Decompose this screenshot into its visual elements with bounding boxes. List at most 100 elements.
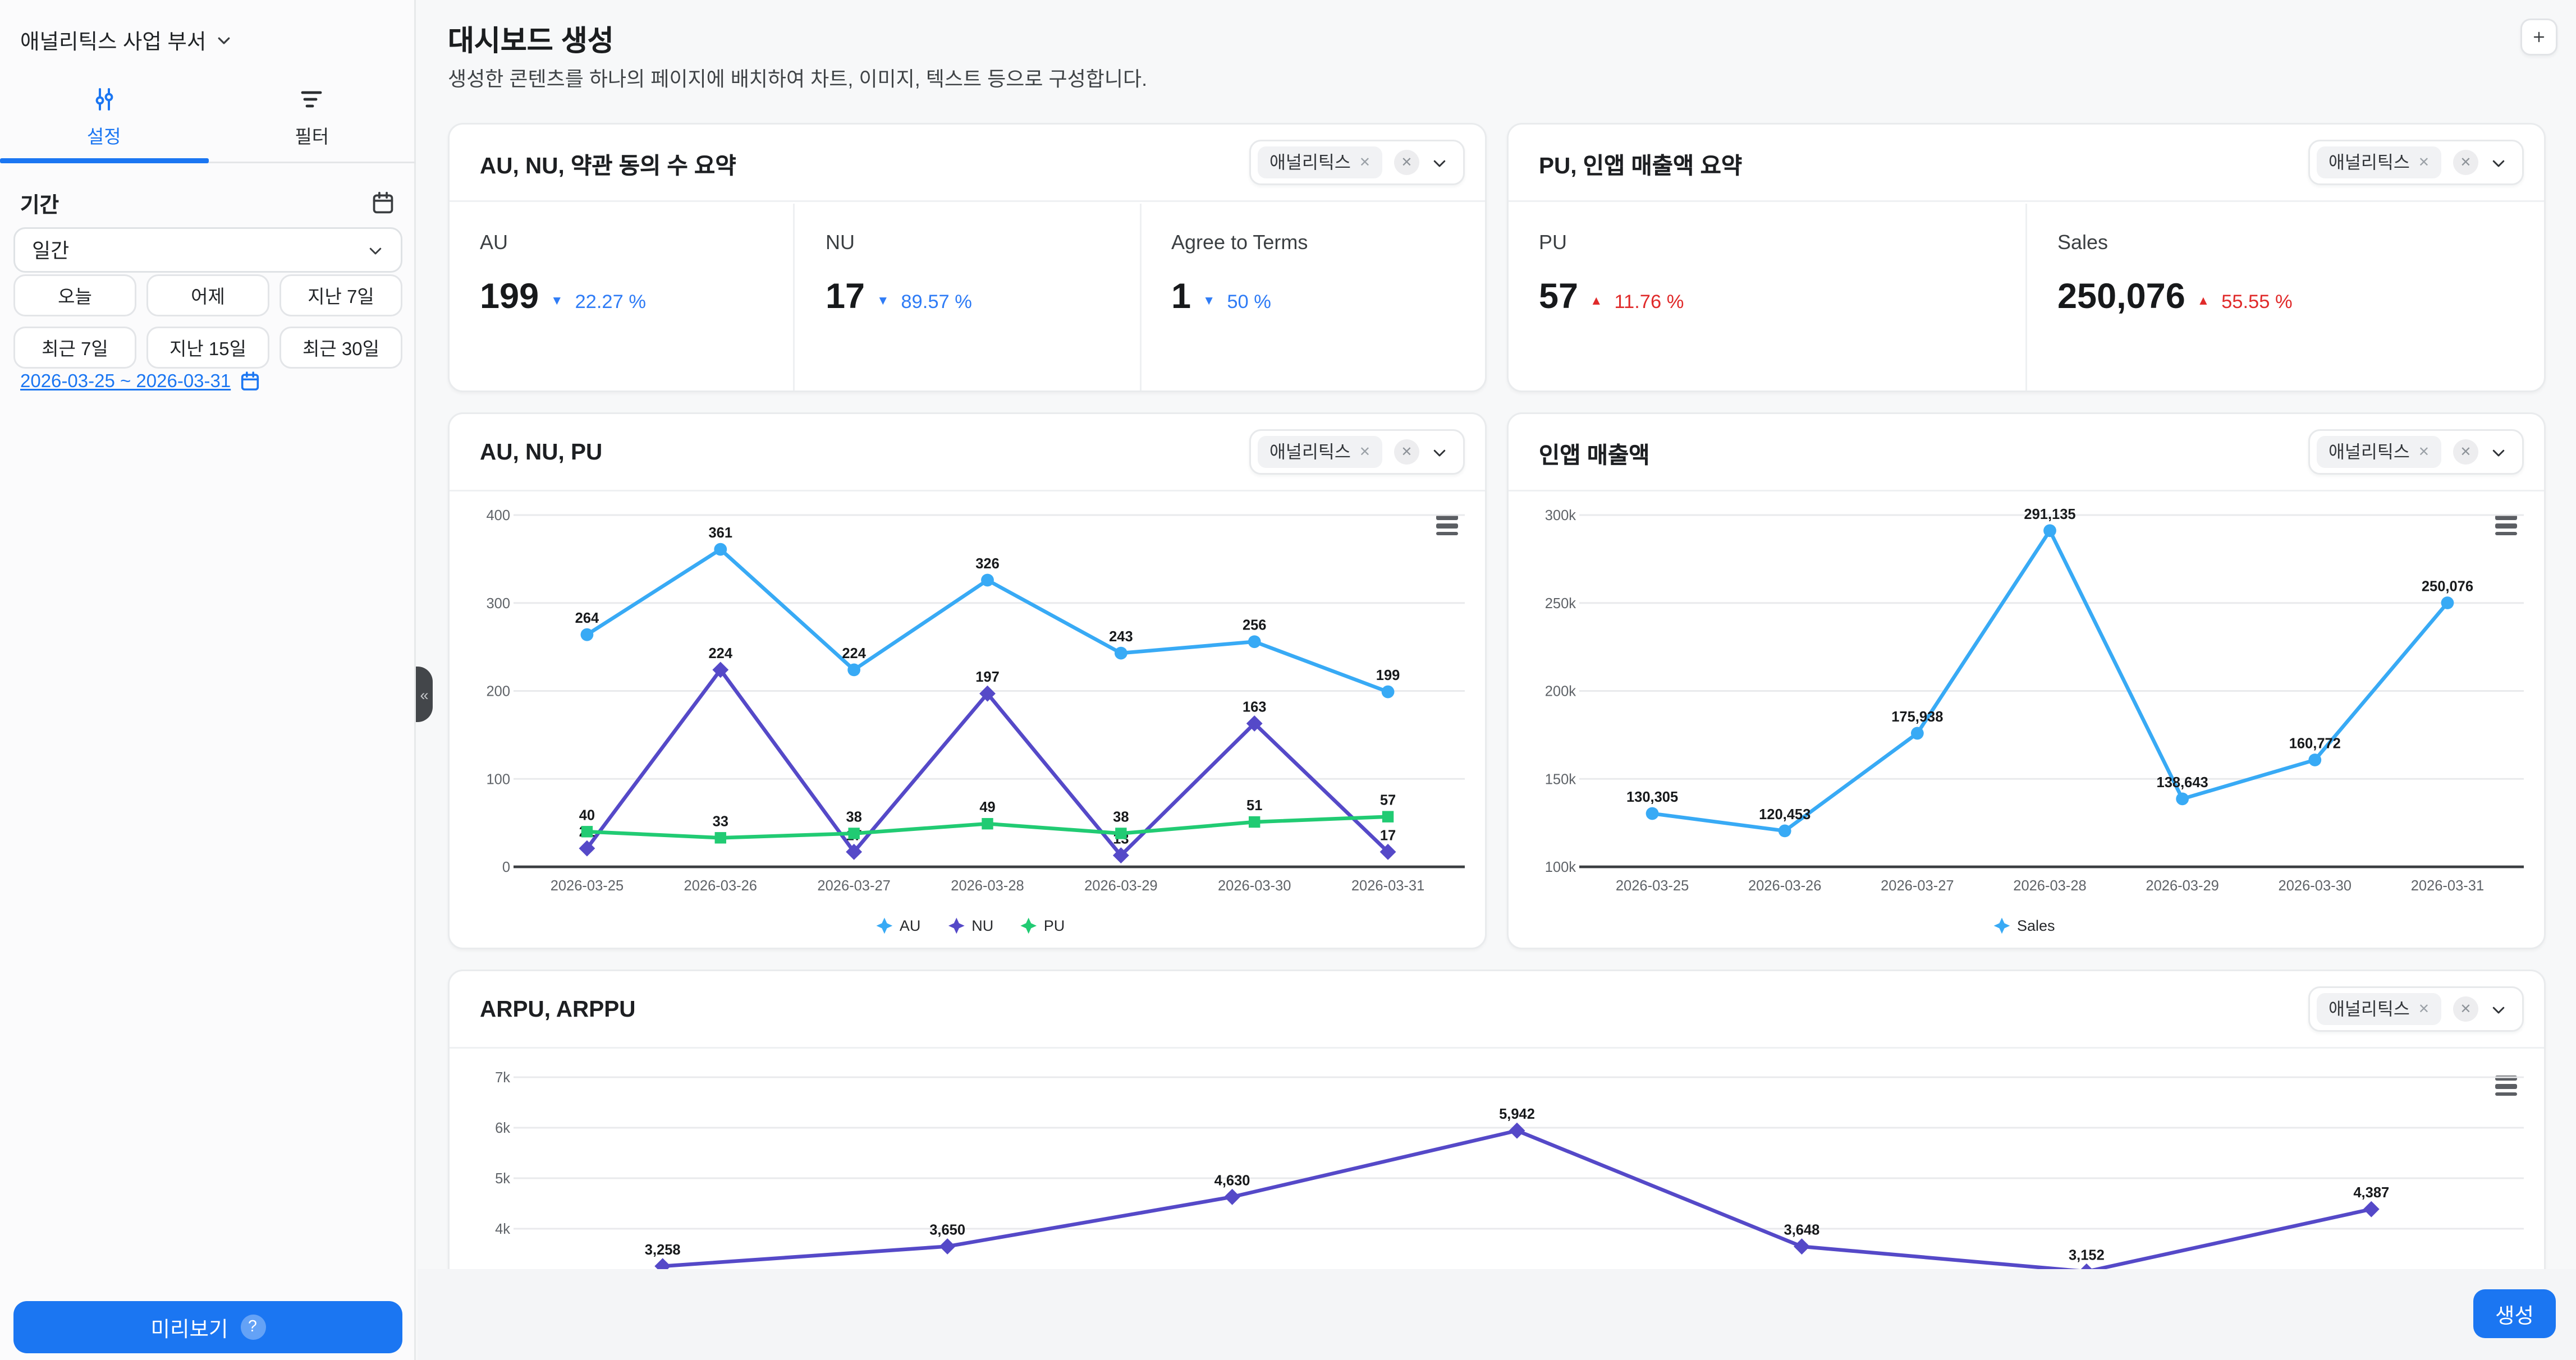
sidebar-tabs: 설정 필터 (0, 74, 416, 163)
sidebar-collapse-handle[interactable]: « (416, 667, 433, 722)
chevron-down-icon (218, 36, 231, 44)
quick-range-button-5[interactable]: 지난 15일 (146, 327, 269, 369)
filter-chip: 애널리틱스 ✕ (1257, 436, 1382, 468)
filter-chip: 애널리틱스 ✕ (1257, 146, 1382, 178)
calendar-icon[interactable] (239, 370, 261, 392)
quick-range-button-4[interactable]: 최근 7일 (13, 327, 136, 369)
svg-text:4k: 4k (495, 1221, 510, 1237)
svg-text:163: 163 (1243, 699, 1267, 715)
chip-remove-icon[interactable]: ✕ (1359, 155, 1370, 170)
tab-settings[interactable]: 설정 (0, 74, 208, 162)
clear-all-icon[interactable]: ✕ (2453, 150, 2478, 175)
stat-agree-to-terms: Agree to Terms 1 ▼ 50 % (1139, 204, 1485, 390)
filter-chip: 애널리틱스 ✕ (2316, 436, 2441, 468)
legend-item-pu[interactable]: PU (1020, 917, 1065, 934)
svg-text:2026-03-31: 2026-03-31 (2411, 878, 2484, 894)
clear-all-icon[interactable]: ✕ (2453, 439, 2478, 465)
svg-text:33: 33 (713, 814, 728, 829)
chevron-down-icon (369, 247, 382, 254)
stat-value: 57 (1539, 278, 1579, 316)
chevron-down-icon[interactable] (2490, 444, 2507, 461)
plus-icon (2533, 31, 2545, 43)
svg-text:138,643: 138,643 (2157, 775, 2208, 791)
chevron-down-icon[interactable] (2490, 1001, 2507, 1018)
trend-down-icon: ▼ (877, 293, 890, 308)
tab-filter[interactable]: 필터 (208, 74, 416, 162)
card-header: PU, 인앱 매출액 요약 애널리틱스 ✕ ✕ (1509, 125, 2544, 202)
add-content-button[interactable] (2520, 19, 2557, 56)
chip-remove-icon[interactable]: ✕ (1359, 444, 1370, 460)
quick-range-button-1[interactable]: 오늘 (13, 274, 136, 316)
preview-button[interactable]: 미리보기 ? (13, 1301, 402, 1353)
trend-down-icon: ▼ (1203, 293, 1216, 308)
org-selector-label: 애널리틱스 사업 부서 (20, 30, 207, 54)
generate-button[interactable]: 생성 (2473, 1289, 2556, 1338)
svg-text:2026-03-30: 2026-03-30 (2279, 878, 2352, 894)
footer-bar: 생성 (418, 1269, 2576, 1360)
active-tab-underline (0, 158, 208, 163)
stat-value: 1 (1171, 278, 1191, 316)
svg-text:PU: PU (1044, 917, 1065, 934)
period-section-header: 기간 (20, 187, 396, 219)
filter-chip-label: 애널리틱스 (2328, 443, 2410, 463)
svg-text:5k: 5k (495, 1171, 510, 1187)
clear-all-icon[interactable]: ✕ (1394, 439, 1419, 465)
chevron-down-icon[interactable] (1431, 444, 1448, 461)
legend-item-nu[interactable]: NU (948, 917, 993, 934)
quick-range-buttons: 오늘 어제 지난 7일최근 7일 지난 15일 최근 30일 (13, 274, 402, 369)
chevron-down-icon[interactable] (2490, 154, 2507, 171)
granularity-select[interactable]: 일간 (13, 227, 402, 273)
quick-range-button-6[interactable]: 최근 30일 (279, 327, 402, 369)
svg-text:3,258: 3,258 (645, 1242, 681, 1258)
page-subtitle: 생성한 콘텐츠를 하나의 페이지에 배치하여 차트, 이미지, 텍스트 등으로 … (448, 67, 1148, 91)
tab-filter-label: 필터 (295, 128, 329, 148)
svg-text:2026-03-30: 2026-03-30 (1218, 878, 1291, 894)
svg-text:130,305: 130,305 (1626, 789, 1678, 805)
filter-icon (301, 91, 323, 108)
stats-row: PU 57 ▲ 11.76 % Sales 250,076 ▲ 55.55 % (1509, 204, 2544, 390)
trend-up-icon: ▲ (1590, 293, 1603, 308)
summary-card-au-nu-terms: AU, NU, 약관 동의 수 요약 애널리틱스 ✕ ✕ AU 199 ▼ 22.27 %… (448, 123, 1487, 392)
chevron-down-icon[interactable] (1431, 154, 1448, 171)
content-filter-select[interactable]: 애널리틱스 ✕ ✕ (2308, 429, 2524, 475)
svg-text:38: 38 (846, 809, 861, 825)
chip-remove-icon[interactable]: ✕ (2418, 444, 2430, 460)
org-selector[interactable]: 애널리틱스 사업 부서 (20, 24, 233, 56)
legend-item-au[interactable]: AU (876, 917, 921, 934)
chip-remove-icon[interactable]: ✕ (2418, 1001, 2430, 1017)
sidebar: 애널리틱스 사업 부서 설정 필터 기간 일간 오늘 어제 지난 7일 최근 7… (0, 0, 416, 1360)
svg-text:200k: 200k (1545, 684, 1576, 700)
page-title: 대시보드 생성 (448, 25, 614, 57)
quick-range-button-3[interactable]: 지난 7일 (279, 274, 402, 316)
svg-text:256: 256 (1243, 618, 1267, 633)
svg-text:250,076: 250,076 (2422, 579, 2473, 595)
svg-text:2026-03-28: 2026-03-28 (2013, 878, 2086, 894)
chart-card-au-nu-pu: AU, NU, PU 애널리틱스 ✕ ✕ 0 100 200 300 400 2026-03-… (448, 412, 1487, 949)
quick-range-button-2[interactable]: 어제 (146, 274, 269, 316)
content-filter-select[interactable]: 애널리틱스 ✕ ✕ (1249, 429, 1465, 475)
svg-text:291,135: 291,135 (2024, 507, 2075, 522)
content-filter-select[interactable]: 애널리틱스 ✕ ✕ (2308, 986, 2524, 1032)
legend-item-sales[interactable]: Sales (1993, 917, 2055, 934)
svg-text:49: 49 (979, 800, 995, 815)
clear-all-icon[interactable]: ✕ (1394, 150, 1419, 175)
stat-label: AU (480, 231, 508, 254)
clear-all-icon[interactable]: ✕ (2453, 996, 2478, 1022)
help-icon[interactable]: ? (240, 1315, 265, 1340)
svg-text:361: 361 (709, 525, 733, 541)
svg-text:199: 199 (1376, 668, 1400, 683)
svg-text:2026-03-25: 2026-03-25 (551, 878, 624, 894)
svg-text:4,630: 4,630 (1214, 1173, 1250, 1188)
svg-text:200: 200 (486, 684, 510, 700)
filter-chip-label: 애널리틱스 (2328, 1000, 2410, 1020)
calendar-icon[interactable] (370, 190, 396, 215)
content-filter-select[interactable]: 애널리틱스 ✕ ✕ (1249, 140, 1465, 185)
svg-text:264: 264 (575, 610, 599, 626)
chip-remove-icon[interactable]: ✕ (2418, 155, 2430, 170)
svg-text:3,650: 3,650 (929, 1223, 965, 1238)
content-filter-select[interactable]: 애널리틱스 ✕ ✕ (2308, 140, 2524, 185)
svg-text:3,648: 3,648 (1784, 1223, 1820, 1238)
stat-label: PU (1539, 231, 1567, 254)
svg-text:17: 17 (1380, 828, 1396, 843)
date-range-link[interactable]: 2026-03-25 ~ 2026-03-31 (20, 371, 231, 392)
